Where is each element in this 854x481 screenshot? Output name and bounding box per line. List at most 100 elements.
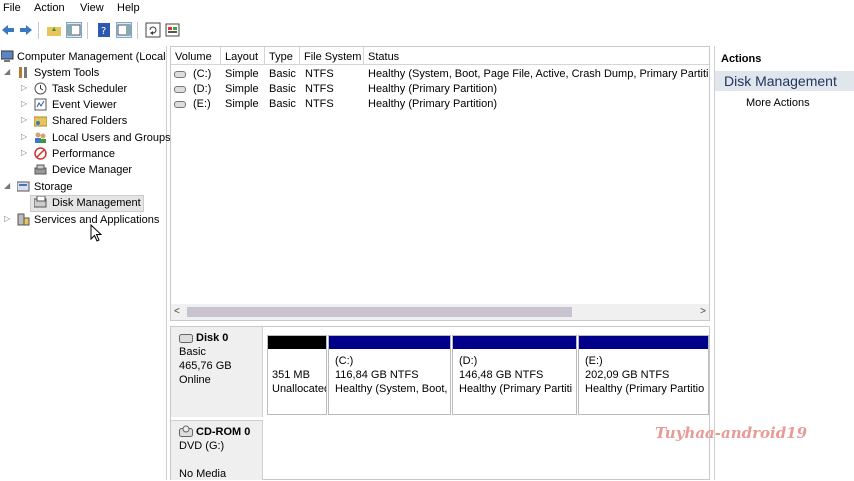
tree-label: System Tools bbox=[34, 67, 100, 79]
partition-unallocated[interactable]: 351 MB Unallocated bbox=[267, 335, 327, 415]
menu-file[interactable]: File bbox=[3, 2, 21, 14]
tree-item-device-manager[interactable]: Device Manager bbox=[0, 163, 166, 178]
storage-icon bbox=[16, 180, 30, 193]
horizontal-scrollbar[interactable]: < > bbox=[171, 304, 709, 320]
toolbar-separator bbox=[38, 22, 39, 39]
actions-section-label: Disk Management bbox=[724, 73, 837, 89]
partition-status: Unallocated bbox=[272, 383, 327, 395]
tree-item-system-tools[interactable]: ◢ System Tools bbox=[0, 66, 166, 81]
tree-item-computer-management[interactable]: Computer Management (Local bbox=[0, 50, 166, 65]
toolbar: ? bbox=[0, 19, 854, 43]
cdrom-header[interactable]: CD-ROM 0 DVD (G:) No Media bbox=[171, 420, 263, 480]
tree-item-disk-management[interactable]: Disk Management bbox=[30, 195, 144, 212]
expand-icon[interactable]: ▷ bbox=[21, 132, 27, 141]
cell-volume: (D:) bbox=[193, 83, 212, 95]
tree-item-local-users[interactable]: ▷ Local Users and Groups bbox=[0, 131, 171, 146]
disk-0-header[interactable]: Disk 0 Basic 465,76 GB Online bbox=[171, 327, 263, 417]
cell-layout: Simple bbox=[225, 98, 259, 110]
disk-state: Online bbox=[179, 374, 211, 386]
action-pane-icon[interactable] bbox=[116, 22, 132, 38]
menu-help[interactable]: Help bbox=[117, 2, 140, 14]
partition-title: (E:) bbox=[585, 355, 603, 367]
expand-icon[interactable]: ▷ bbox=[21, 99, 27, 108]
partition-bar bbox=[268, 336, 326, 349]
tree-item-event-viewer[interactable]: ▷ Event Viewer bbox=[0, 98, 166, 113]
cell-file-system: NTFS bbox=[305, 68, 334, 80]
column-header-layout[interactable]: Layout bbox=[221, 47, 265, 65]
cell-layout: Simple bbox=[225, 68, 259, 80]
column-header-file-system[interactable]: File System bbox=[300, 47, 364, 65]
partition-e[interactable]: (E:) 202,09 GB NTFS Healthy (Primary Par… bbox=[578, 335, 709, 415]
scroll-left-icon[interactable]: < bbox=[174, 306, 180, 317]
help-icon[interactable]: ? bbox=[96, 22, 112, 38]
column-header-volume[interactable]: Volume bbox=[171, 47, 221, 65]
services-icon bbox=[17, 213, 30, 226]
cell-type: Basic bbox=[269, 98, 296, 110]
tree-item-shared-folders[interactable]: ▷ Shared Folders bbox=[0, 114, 166, 129]
tree-item-task-scheduler[interactable]: ▷ Task Scheduler bbox=[0, 82, 166, 97]
cell-file-system: NTFS bbox=[305, 83, 334, 95]
expand-icon[interactable]: ▷ bbox=[21, 148, 27, 157]
cell-volume: (E:) bbox=[193, 98, 211, 110]
tree-label: Storage bbox=[34, 181, 73, 193]
column-header-status[interactable]: Status bbox=[364, 47, 709, 65]
table-row[interactable]: (D:) Simple Basic NTFS Healthy (Primary … bbox=[171, 82, 709, 97]
toolbar-separator bbox=[87, 22, 88, 39]
tree-item-services[interactable]: ▷ Services and Applications bbox=[0, 213, 166, 228]
partition-title: (C:) bbox=[335, 355, 354, 367]
cell-volume: (C:) bbox=[193, 68, 212, 80]
partition-info: (E:) 202,09 GB NTFS Healthy (Primary Par… bbox=[585, 354, 704, 396]
partition-info: 351 MB Unallocated bbox=[272, 368, 327, 396]
up-folder-icon[interactable] bbox=[46, 22, 62, 38]
disk-size: 465,76 GB bbox=[179, 360, 232, 372]
device-manager-icon bbox=[34, 163, 47, 176]
back-icon[interactable] bbox=[0, 22, 16, 38]
partition-size: 146,48 GB NTFS bbox=[459, 369, 544, 381]
cdrom-name: CD-ROM 0 bbox=[196, 426, 251, 438]
table-row[interactable]: (E:) Simple Basic NTFS Healthy (Primary … bbox=[171, 97, 709, 112]
cd-drive-icon bbox=[179, 425, 193, 441]
expand-icon[interactable]: ▷ bbox=[4, 214, 10, 223]
actions-section-disk-management[interactable]: Disk Management bbox=[715, 71, 854, 91]
tree-item-performance[interactable]: ▷ Performance bbox=[0, 147, 166, 162]
partition-info: (C:) 116,84 GB NTFS Healthy (System, Boo… bbox=[335, 354, 448, 396]
drive-icon bbox=[174, 71, 186, 78]
partition-c[interactable]: (C:) 116,84 GB NTFS Healthy (System, Boo… bbox=[328, 335, 451, 415]
system-tools-icon bbox=[17, 66, 30, 79]
properties-icon[interactable] bbox=[165, 22, 181, 38]
drive-icon bbox=[174, 101, 186, 108]
cell-type: Basic bbox=[269, 83, 296, 95]
tree-label: Device Manager bbox=[52, 164, 133, 176]
forward-icon[interactable] bbox=[18, 22, 34, 38]
expand-icon[interactable]: ▷ bbox=[21, 115, 27, 124]
partition-status: Healthy (Primary Partitio bbox=[585, 383, 705, 395]
tree-label: Disk Management bbox=[52, 197, 141, 209]
disk-management-icon bbox=[33, 195, 47, 209]
partition-bar bbox=[329, 336, 450, 349]
tree-label: Local Users and Groups bbox=[52, 132, 171, 144]
scroll-right-icon[interactable]: > bbox=[700, 306, 706, 317]
console-tree-icon[interactable] bbox=[66, 22, 82, 38]
tree-label: Performance bbox=[52, 148, 115, 160]
users-icon bbox=[34, 131, 47, 144]
collapse-icon[interactable]: ◢ bbox=[4, 67, 10, 76]
partition-status: Healthy (Primary Partiti bbox=[459, 383, 573, 395]
partition-d[interactable]: (D:) 146,48 GB NTFS Healthy (Primary Par… bbox=[452, 335, 577, 415]
watermark-logo: Tuyhaa-android19 bbox=[655, 424, 808, 442]
menu-action[interactable]: Action bbox=[34, 2, 65, 14]
volume-list: Volume Layout Type File System Status (C… bbox=[170, 46, 710, 321]
partition-size: 202,09 GB NTFS bbox=[585, 369, 670, 381]
expand-icon[interactable]: ▷ bbox=[21, 83, 27, 92]
tree-item-storage[interactable]: ◢ Storage bbox=[0, 180, 166, 195]
disk-name: Disk 0 bbox=[196, 332, 229, 344]
partition-title: (D:) bbox=[459, 355, 478, 367]
column-header-type[interactable]: Type bbox=[265, 47, 300, 65]
collapse-icon[interactable]: ◢ bbox=[4, 181, 10, 190]
refresh-icon[interactable] bbox=[145, 22, 161, 38]
menu-view[interactable]: View bbox=[80, 2, 104, 14]
scrollbar-thumb[interactable] bbox=[187, 307, 572, 317]
event-viewer-icon bbox=[34, 98, 47, 111]
table-row[interactable]: (C:) Simple Basic NTFS Healthy (System, … bbox=[171, 67, 709, 82]
more-actions-link[interactable]: More Actions bbox=[746, 97, 810, 109]
computer-management-icon bbox=[0, 50, 14, 63]
